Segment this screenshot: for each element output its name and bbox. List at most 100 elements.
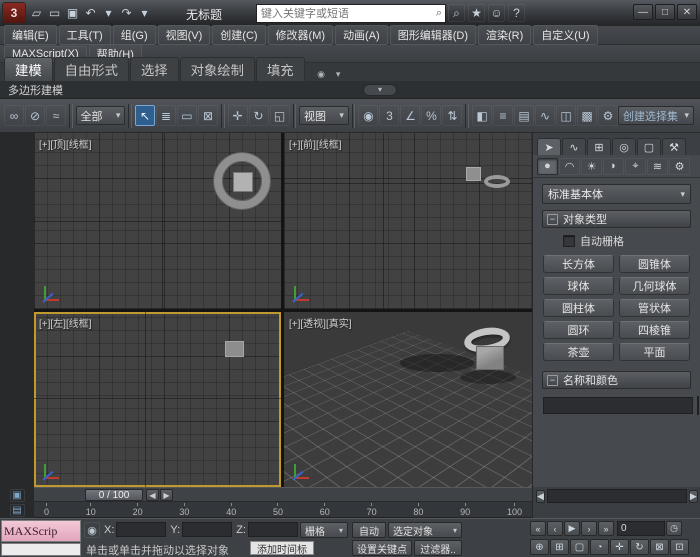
redo-dropdown-icon[interactable]: ▾ <box>136 4 153 22</box>
ribbon-minimize-icon[interactable]: ▾ <box>331 67 346 81</box>
autogrid-checkbox[interactable] <box>563 235 575 247</box>
selection-lock-icon[interactable]: ◉ <box>84 522 100 538</box>
ribbon-switch-icon[interactable]: ◉ <box>314 67 329 81</box>
select-object-icon[interactable]: ↖ <box>135 105 155 126</box>
viewport-left[interactable]: [+][左][线框] <box>34 312 281 487</box>
next-key-button[interactable]: ▶ <box>689 490 698 503</box>
menu-item[interactable]: 创建(C) <box>212 25 265 45</box>
name-color-rollout-header[interactable]: 名称和颜色 <box>542 371 691 389</box>
spinner-snap-icon[interactable]: ⇅ <box>442 105 462 126</box>
close-button[interactable]: ✕ <box>677 4 697 20</box>
set-key-button[interactable]: 设置关键点 <box>352 540 412 556</box>
viewport-left-label[interactable]: [+][左][线框] <box>39 315 92 330</box>
ribbon-tab[interactable]: 选择 <box>130 57 179 81</box>
material-editor-icon[interactable]: ▩ <box>577 105 597 126</box>
named-selection-sets-dropdown[interactable]: 创建选择集 <box>618 106 694 125</box>
object-name-input[interactable] <box>543 397 693 414</box>
viewport-top-label[interactable]: [+][顶][线框] <box>39 136 92 151</box>
primitive-category-dropdown[interactable]: 标准基本体 <box>542 184 691 204</box>
zoom-region-icon[interactable]: ⊠ <box>650 539 669 555</box>
viewport-top[interactable]: [+][顶][线框] <box>34 133 281 309</box>
snap-toggle-icon[interactable]: 3 <box>379 105 399 126</box>
box-object-top-view[interactable] <box>233 172 253 192</box>
angle-snap-icon[interactable]: ∠ <box>400 105 420 126</box>
align-icon[interactable]: ≡ <box>493 105 513 126</box>
selection-filter-dropdown[interactable]: 全部 <box>76 106 126 125</box>
bind-to-space-warp-icon[interactable]: ≈ <box>46 105 66 126</box>
percent-snap-icon[interactable]: % <box>421 105 441 126</box>
minimize-button[interactable]: — <box>633 4 653 20</box>
systems-icon[interactable]: ⚙ <box>669 158 690 175</box>
maximize-viewport-icon[interactable]: ⊡ <box>670 539 689 555</box>
zoom-extents-icon[interactable]: ▢ <box>570 539 589 555</box>
box-object-left-view[interactable] <box>225 341 244 357</box>
listener-window-icon[interactable]: ▣ <box>10 489 25 502</box>
pan-icon[interactable]: ✛ <box>610 539 629 555</box>
viewport-front-label[interactable]: [+][前][线框] <box>289 136 342 151</box>
polygon-modeling-panel-label[interactable]: 多边形建模 <box>8 82 63 98</box>
menu-item[interactable]: 图形编辑器(D) <box>390 25 476 45</box>
torus-object-front-view[interactable] <box>484 175 510 188</box>
key-filters-button[interactable]: 过滤器.. <box>414 540 462 556</box>
coordinate-input[interactable] <box>248 522 298 537</box>
previous-key-button[interactable]: ◀ <box>536 490 545 503</box>
lights-icon[interactable]: ☀ <box>581 158 602 175</box>
shapes-icon[interactable]: ◠ <box>559 158 580 175</box>
previous-frame-step-button[interactable]: ◀ <box>146 489 159 501</box>
coordinate-input[interactable] <box>116 522 166 537</box>
selection-region-icon[interactable]: ▭ <box>177 105 197 126</box>
menu-item[interactable]: 渲染(R) <box>478 25 531 45</box>
time-slider-button[interactable]: 0 / 100 <box>85 489 143 501</box>
geometry-icon[interactable]: ● <box>537 158 558 175</box>
add-time-tag-button[interactable]: 添加时间标 <box>250 541 314 555</box>
ribbon-tab[interactable]: 自由形式 <box>54 57 129 81</box>
undo-icon[interactable]: ↶ <box>82 4 99 22</box>
display-tab-icon[interactable]: ▢ <box>637 138 661 155</box>
track-bar-ruler[interactable]: 0102030405060708090100 <box>34 502 532 518</box>
menu-item[interactable]: 编辑(E) <box>4 25 57 45</box>
macro-recorder-icon[interactable]: ▤ <box>10 504 25 517</box>
primitive-button[interactable]: 几何球体 <box>619 277 690 295</box>
grid-settings-dropdown[interactable]: 栅格 <box>300 522 348 538</box>
key-frame-field[interactable] <box>547 489 687 503</box>
orbit-icon[interactable]: ↻ <box>630 539 649 555</box>
sign-in-icon[interactable]: ☺ <box>488 4 505 22</box>
primitive-button[interactable]: 圆锥体 <box>619 255 690 273</box>
mirror-icon[interactable]: ◧ <box>472 105 492 126</box>
ribbon-tab[interactable]: 建模 <box>4 57 53 81</box>
next-frame-step-button[interactable]: ▶ <box>160 489 173 501</box>
primitive-button[interactable]: 圆环 <box>543 321 614 339</box>
primitive-button[interactable]: 四棱锥 <box>619 321 690 339</box>
undo-dropdown-icon[interactable]: ▾ <box>100 4 117 22</box>
zoom-all-icon[interactable]: ⊞ <box>550 539 569 555</box>
render-setup-icon[interactable]: ⚙ <box>598 105 618 126</box>
ribbon-tab[interactable]: 填充 <box>256 57 305 81</box>
primitive-button[interactable]: 平面 <box>619 343 690 361</box>
menu-item[interactable]: 自定义(U) <box>533 25 597 45</box>
fov-icon[interactable]: ◔ <box>590 539 609 555</box>
create-tab-icon[interactable]: ➤ <box>537 138 561 155</box>
menu-item[interactable]: 视图(V) <box>158 25 211 45</box>
select-by-name-icon[interactable]: ≣ <box>156 105 176 126</box>
app-logo-icon[interactable]: 3 <box>2 2 26 24</box>
schematic-view-icon[interactable]: ◫ <box>556 105 576 126</box>
unlink-selection-icon[interactable]: ⊘ <box>25 105 45 126</box>
object-type-rollout-header[interactable]: 对象类型 <box>542 210 691 228</box>
primitive-button[interactable]: 茶壶 <box>543 343 614 361</box>
primitive-button[interactable]: 球体 <box>543 277 614 295</box>
zoom-icon[interactable]: ⊕ <box>530 539 549 555</box>
open-file-icon[interactable]: ▭ <box>46 4 63 22</box>
menu-item[interactable]: 动画(A) <box>335 25 388 45</box>
curve-editor-icon[interactable]: ∿ <box>535 105 555 126</box>
box-object-front-view[interactable] <box>466 167 481 181</box>
redo-icon[interactable]: ↷ <box>118 4 135 22</box>
help-icon[interactable]: ? <box>508 4 525 22</box>
primitive-button[interactable]: 长方体 <box>543 255 614 273</box>
layer-manager-icon[interactable]: ▤ <box>514 105 534 126</box>
selected-objects-dropdown[interactable]: 选定对象 <box>388 522 462 538</box>
search-history-icon[interactable]: ⌕ <box>448 4 465 22</box>
use-pivot-center-icon[interactable]: ◉ <box>358 105 378 126</box>
go-to-start-icon[interactable]: « <box>530 521 546 536</box>
primitive-button[interactable]: 圆柱体 <box>543 299 614 317</box>
reference-coordinate-dropdown[interactable]: 视图 <box>299 106 349 125</box>
